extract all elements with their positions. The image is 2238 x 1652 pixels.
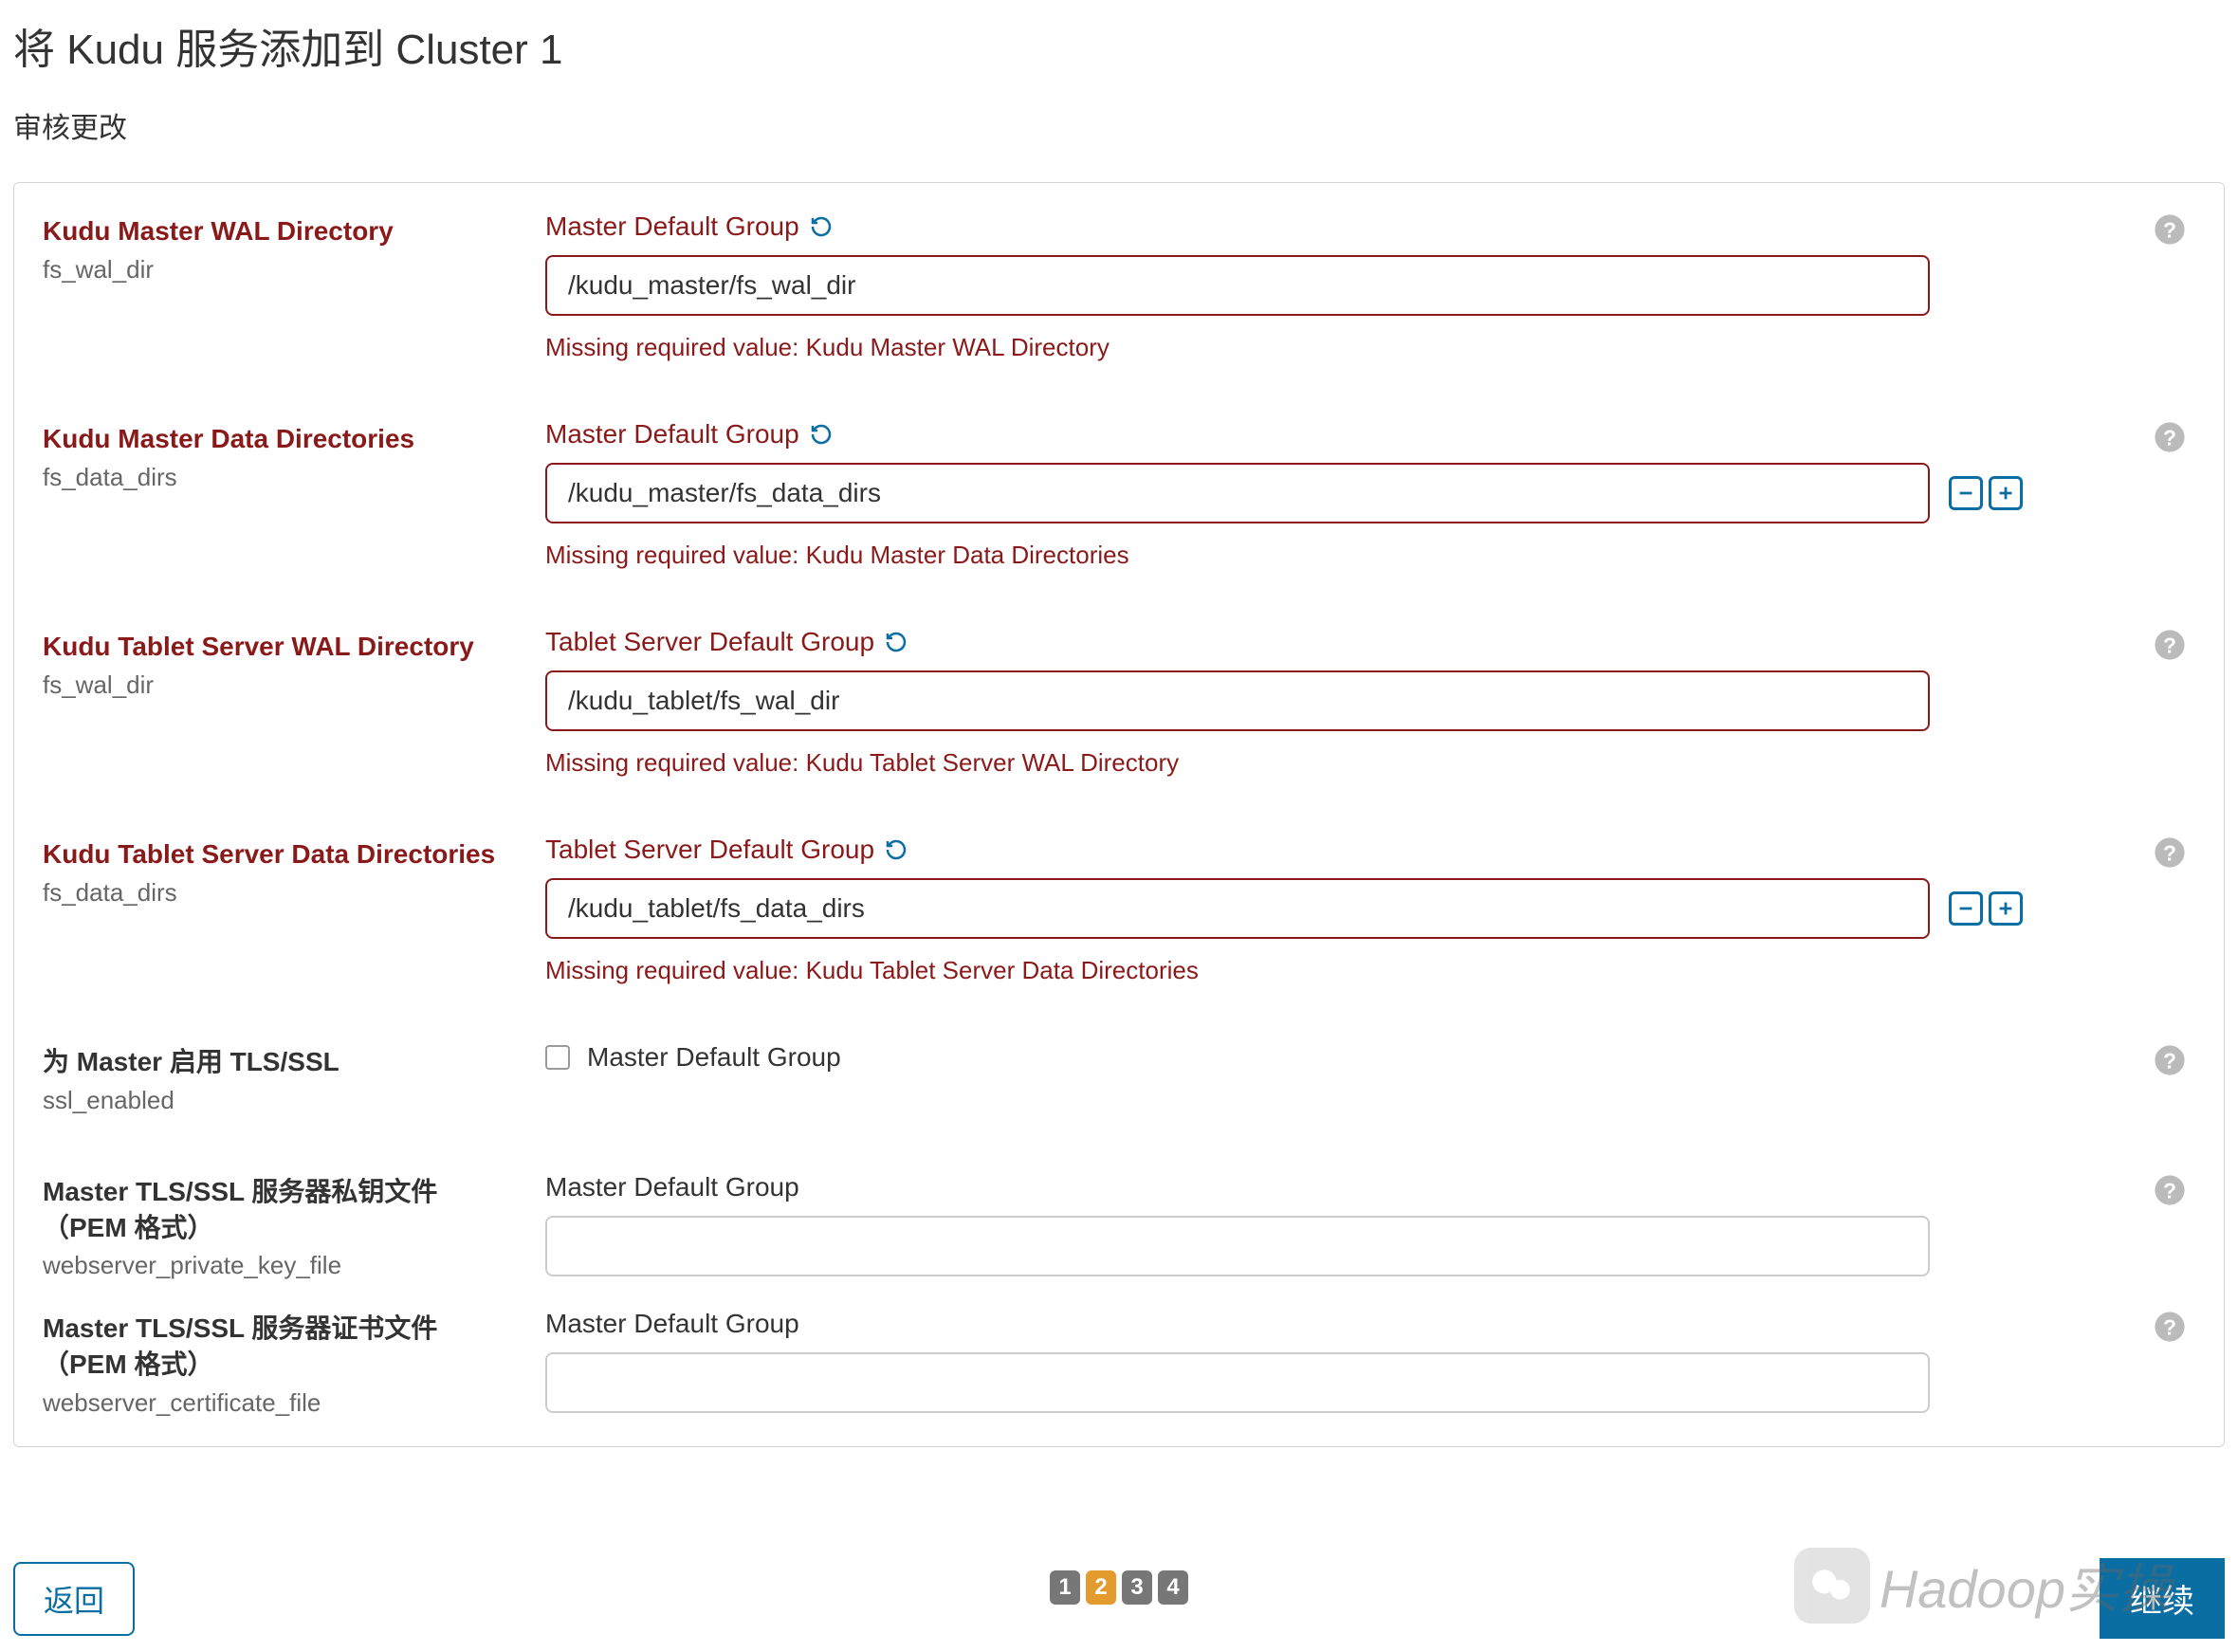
help-icon[interactable]: ? bbox=[2154, 421, 2186, 453]
error-message: Missing required value: Kudu Tablet Serv… bbox=[545, 956, 2186, 985]
group-name: Master Default Group bbox=[545, 1172, 799, 1202]
svg-text:?: ? bbox=[2163, 841, 2176, 866]
config-input[interactable] bbox=[545, 255, 1930, 316]
remove-button[interactable] bbox=[1949, 476, 1983, 510]
config-input[interactable] bbox=[545, 878, 1930, 939]
reset-icon[interactable] bbox=[809, 422, 834, 447]
group-header: Master Default Group bbox=[545, 1309, 2186, 1339]
group-name: Master Default Group bbox=[587, 1042, 841, 1073]
config-panel: Kudu Master WAL Directory fs_wal_dir Mas… bbox=[13, 182, 2225, 1447]
config-row: Master TLS/SSL 服务器证书文件（PEM 格式） webserver… bbox=[43, 1309, 2186, 1418]
config-key: webserver_certificate_file bbox=[43, 1388, 517, 1418]
group-header: Master Default Group bbox=[545, 1172, 2186, 1202]
config-label: Kudu Master WAL Directory bbox=[43, 213, 517, 249]
group-name: Master Default Group bbox=[545, 419, 799, 450]
page-subtitle: 审核更改 bbox=[13, 104, 2225, 146]
group-name: Master Default Group bbox=[545, 211, 799, 242]
config-input[interactable] bbox=[545, 1352, 1930, 1413]
help-icon[interactable]: ? bbox=[2154, 1311, 2186, 1343]
help-icon[interactable]: ? bbox=[2154, 1174, 2186, 1206]
config-key: fs_wal_dir bbox=[43, 255, 517, 285]
reset-icon[interactable] bbox=[884, 630, 908, 654]
help-icon[interactable]: ? bbox=[2154, 213, 2186, 246]
config-label: 为 Master 启用 TLS/SSL bbox=[43, 1044, 517, 1080]
config-input[interactable] bbox=[545, 463, 1930, 523]
add-button[interactable] bbox=[1989, 891, 2023, 926]
config-row: Kudu Tablet Server WAL Directory fs_wal_… bbox=[43, 627, 2186, 778]
reset-icon[interactable] bbox=[809, 214, 834, 239]
error-message: Missing required value: Kudu Master Data… bbox=[545, 541, 2186, 570]
error-message: Missing required value: Kudu Tablet Serv… bbox=[545, 748, 2186, 778]
svg-text:?: ? bbox=[2163, 633, 2176, 658]
config-label: Kudu Master Data Directories bbox=[43, 421, 517, 457]
back-button[interactable]: 返回 bbox=[13, 1562, 135, 1636]
svg-text:?: ? bbox=[2163, 1049, 2176, 1074]
help-icon[interactable]: ? bbox=[2154, 629, 2186, 661]
config-row: 为 Master 启用 TLS/SSL ssl_enabled Master D… bbox=[43, 1042, 2186, 1115]
config-key: ssl_enabled bbox=[43, 1086, 517, 1115]
config-label: Kudu Tablet Server Data Directories bbox=[43, 836, 517, 872]
group-header: Master Default Group bbox=[545, 419, 2186, 450]
remove-button[interactable] bbox=[1949, 891, 1983, 926]
group-name: Tablet Server Default Group bbox=[545, 835, 874, 865]
group-header: Tablet Server Default Group bbox=[545, 835, 2186, 865]
config-row: Master TLS/SSL 服务器私钥文件（PEM 格式） webserver… bbox=[43, 1172, 2186, 1281]
config-label: Master TLS/SSL 服务器证书文件（PEM 格式） bbox=[43, 1311, 517, 1383]
group-name: Tablet Server Default Group bbox=[545, 627, 874, 657]
config-row: Kudu Master Data Directories fs_data_dir… bbox=[43, 419, 2186, 570]
config-input[interactable] bbox=[545, 670, 1930, 731]
config-label: Kudu Tablet Server WAL Directory bbox=[43, 629, 517, 665]
help-icon[interactable]: ? bbox=[2154, 836, 2186, 869]
config-key: fs_wal_dir bbox=[43, 670, 517, 700]
config-key: fs_data_dirs bbox=[43, 463, 517, 492]
svg-text:?: ? bbox=[2163, 218, 2176, 243]
config-row: Kudu Master WAL Directory fs_wal_dir Mas… bbox=[43, 211, 2186, 362]
config-label: Master TLS/SSL 服务器私钥文件（PEM 格式） bbox=[43, 1174, 517, 1246]
reset-icon[interactable] bbox=[884, 837, 908, 862]
page-title: 将 Kudu 服务添加到 Cluster 1 bbox=[13, 15, 2225, 76]
ssl-checkbox[interactable] bbox=[545, 1045, 570, 1070]
group-header: Master Default Group bbox=[545, 211, 2186, 242]
svg-text:?: ? bbox=[2163, 426, 2176, 450]
error-message: Missing required value: Kudu Master WAL … bbox=[545, 333, 2186, 362]
continue-button[interactable]: 继续 bbox=[2100, 1558, 2225, 1639]
config-key: fs_data_dirs bbox=[43, 878, 517, 908]
help-icon[interactable]: ? bbox=[2154, 1044, 2186, 1076]
svg-text:?: ? bbox=[2163, 1315, 2176, 1340]
config-row: Kudu Tablet Server Data Directories fs_d… bbox=[43, 835, 2186, 985]
footer: 返回 继续 bbox=[13, 1558, 2225, 1639]
config-key: webserver_private_key_file bbox=[43, 1251, 517, 1280]
group-header: Tablet Server Default Group bbox=[545, 627, 2186, 657]
svg-text:?: ? bbox=[2163, 1178, 2176, 1202]
add-button[interactable] bbox=[1989, 476, 2023, 510]
config-input[interactable] bbox=[545, 1216, 1930, 1276]
group-name: Master Default Group bbox=[545, 1309, 799, 1339]
